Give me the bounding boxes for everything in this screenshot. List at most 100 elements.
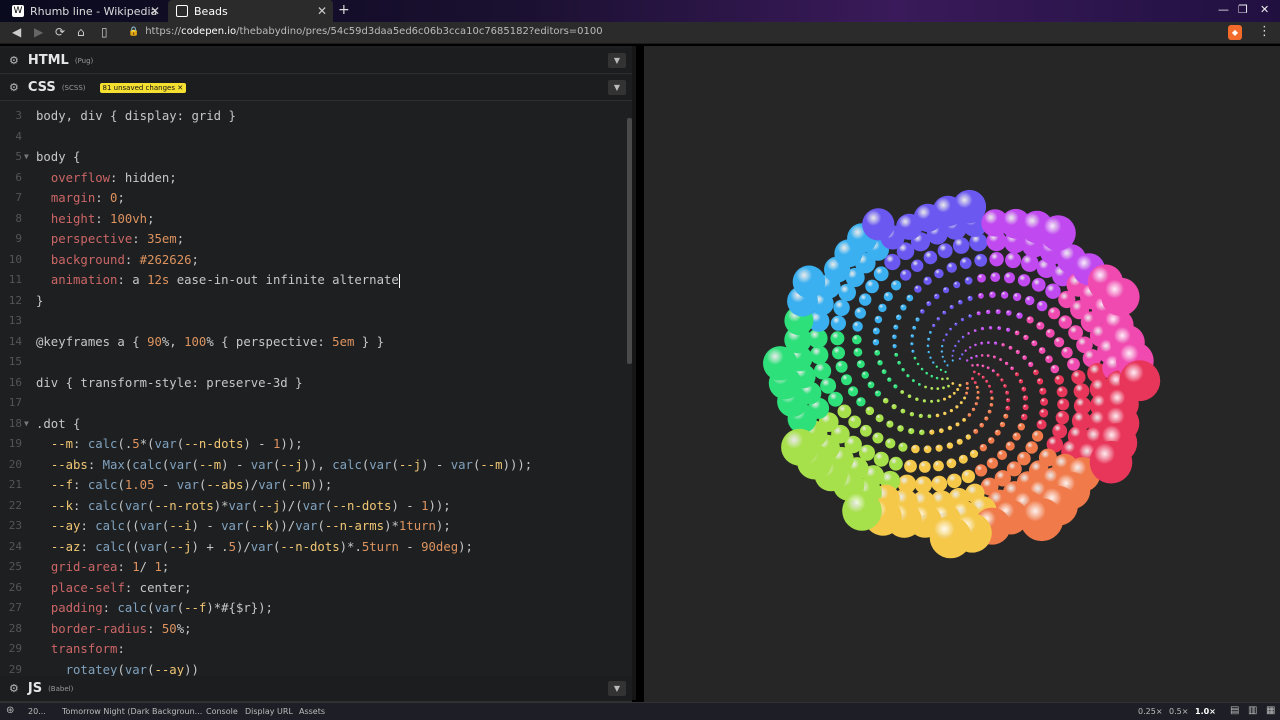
code-line[interactable]: 25 grid-area: 1/ 1; — [0, 557, 628, 577]
bead — [930, 399, 934, 403]
gear-icon[interactable]: ⚙ — [9, 81, 19, 94]
bead — [1036, 300, 1048, 312]
new-tab-icon[interactable]: + — [338, 2, 350, 18]
code-line[interactable]: 3 body, div { display: grid } — [0, 106, 628, 126]
code-line[interactable]: 20 --abs: Max(calc(var(--m) - var(--j)),… — [0, 455, 628, 475]
bead — [1022, 395, 1029, 401]
bead — [963, 396, 967, 400]
bead — [856, 360, 865, 369]
code-line[interactable]: 6 overflow: hidden; — [0, 168, 628, 188]
gear-icon[interactable]: ⚙ — [9, 682, 19, 695]
code-line[interactable]: 8 height: 100vh; — [0, 209, 628, 229]
html-panel-header[interactable]: ⚙ HTML (Pug) ▼ — [0, 48, 632, 74]
close-window-icon[interactable]: ✕ — [1260, 3, 1269, 16]
bead — [958, 383, 962, 387]
chevron-down-icon[interactable]: ▼ — [608, 80, 626, 95]
maximize-icon[interactable]: ❐ — [1238, 3, 1248, 16]
gear-icon[interactable]: ⚙ — [9, 54, 19, 67]
bead — [962, 418, 966, 422]
back-icon[interactable]: ◀ — [12, 25, 21, 39]
css-code-editor[interactable]: 3 body, div { display: grid } 4 5 ▼ body {6 o… — [0, 106, 628, 720]
zoom-05-button[interactable]: 0.5× — [1166, 706, 1191, 717]
home-icon[interactable]: ⌂ — [77, 25, 85, 39]
code-line[interactable]: 5 ▼ body { — [0, 147, 628, 167]
code-line[interactable]: 15 — [0, 352, 628, 372]
forward-icon[interactable]: ▶ — [34, 25, 43, 39]
fold-arrow-icon[interactable]: ▼ — [24, 414, 29, 434]
code-line[interactable]: 18 ▼ .dot { — [0, 414, 628, 434]
js-panel-header[interactable]: ⚙ JS (Babel) ▼ — [0, 676, 632, 702]
code-line[interactable]: 10 background: #262626; — [0, 250, 628, 270]
chevron-down-icon[interactable]: ▼ — [608, 681, 626, 696]
code-line[interactable]: 24 --az: calc((var(--j) + .5)/var(--n-do… — [0, 537, 628, 557]
chevron-down-icon[interactable]: ▼ — [608, 53, 626, 68]
menu-icon[interactable]: ⋮ — [1258, 24, 1271, 39]
code-line[interactable]: 21 --f: calc(1.05 - var(--abs)/var(--m))… — [0, 475, 628, 495]
bead — [944, 370, 947, 374]
bead — [897, 360, 901, 365]
codepen-logo-icon[interactable]: ⊛ — [6, 705, 14, 716]
code-line[interactable]: 16 div { transform-style: preserve-3d } — [0, 373, 628, 393]
editor-scrollbar[interactable] — [627, 118, 632, 364]
brave-shields-icon[interactable]: ◆ — [1228, 25, 1242, 40]
minimize-icon[interactable]: — — [1218, 3, 1229, 16]
code-line[interactable]: 12} — [0, 291, 628, 311]
tab-close-icon[interactable]: ✕ — [317, 4, 327, 18]
bookmark-icon[interactable]: ▯ — [101, 25, 108, 39]
bead — [1022, 404, 1029, 411]
code-line[interactable]: 22 --k: calc(var(--n-rots)*var(--j)/(var… — [0, 496, 628, 516]
bead — [1008, 345, 1013, 350]
code-text: animation: a 12s ease-in-out infinite al… — [50, 273, 400, 288]
bead — [1119, 360, 1161, 402]
code-line[interactable]: 19 --m: calc(.5*(var(--n-dots) - 1)); — [0, 434, 628, 454]
bead — [842, 491, 882, 531]
bead — [926, 301, 932, 307]
code-line[interactable]: 13 — [0, 311, 628, 331]
code-line[interactable]: 28 border-radius: 50%; — [0, 619, 628, 639]
code-line[interactable]: 11 animation: a 12s ease-in-out infinite… — [0, 270, 628, 290]
bead — [946, 262, 957, 273]
line-number: 3 — [15, 109, 22, 122]
bead — [940, 350, 944, 353]
bead — [959, 401, 963, 405]
bead — [852, 334, 862, 345]
line-number: 15 — [8, 355, 22, 368]
reload-icon[interactable]: ⟳ — [55, 25, 65, 39]
code-text: grid-area: 1/ 1; — [50, 560, 170, 574]
layout-icon[interactable]: ▦ — [1266, 705, 1275, 716]
tab-close-icon[interactable]: ✕ — [150, 4, 160, 18]
css-panel-header[interactable]: ⚙ CSS (SCSS) 81 unsaved changes ✕ ▼ — [0, 75, 632, 101]
bead — [990, 272, 1001, 282]
footer-count[interactable]: 20... — [28, 707, 46, 716]
line-number: 23 — [8, 519, 22, 532]
tab-wikipedia[interactable]: W Rhumb line - Wikipedia ✕ — [4, 0, 166, 22]
panel-preprocessor: (Babel) — [48, 684, 74, 693]
fold-arrow-icon[interactable]: ▼ — [24, 147, 29, 167]
code-line[interactable]: 9 perspective: 35em; — [0, 229, 628, 249]
code-line[interactable]: 4 — [0, 127, 628, 147]
bead — [895, 314, 902, 321]
code-line[interactable]: 17 — [0, 393, 628, 413]
layout-icon[interactable]: ▤ — [1230, 705, 1239, 716]
tab-beads[interactable]: Beads ✕ — [168, 0, 333, 22]
console-button[interactable]: Console — [206, 707, 238, 716]
code-line[interactable]: 29 transform: — [0, 639, 628, 659]
theme-button[interactable]: Tomorrow Night (Dark Backgroun... — [62, 707, 202, 716]
display-url-button[interactable]: Display URL — [245, 707, 293, 716]
code-line[interactable]: 23 --ay: calc((var(--i) - var(--k))/var(… — [0, 516, 628, 536]
bead — [1089, 440, 1133, 484]
layout-icon[interactable]: ▥ — [1248, 705, 1257, 716]
bead — [911, 259, 924, 272]
unsaved-changes-badge[interactable]: 81 unsaved changes ✕ — [99, 82, 187, 93]
code-line[interactable]: 27 padding: calc(var(--f)*#{$r}); — [0, 598, 628, 618]
zoom-1-button[interactable]: 1.0× — [1192, 706, 1219, 717]
bead — [1056, 386, 1068, 398]
code-line[interactable]: 7 margin: 0; — [0, 188, 628, 208]
url-field[interactable]: 🔒 https:// codepen.io /thebabydino/pres/… — [128, 26, 603, 37]
zoom-025-button[interactable]: 0.25× — [1135, 706, 1166, 717]
code-line[interactable]: 26 place-self: center; — [0, 578, 628, 598]
bead — [1055, 410, 1070, 425]
assets-button[interactable]: Assets — [299, 707, 325, 716]
preview-pane[interactable] — [644, 46, 1280, 702]
code-line[interactable]: 14 @keyframes a { 90%, 100% { perspective… — [0, 332, 628, 352]
